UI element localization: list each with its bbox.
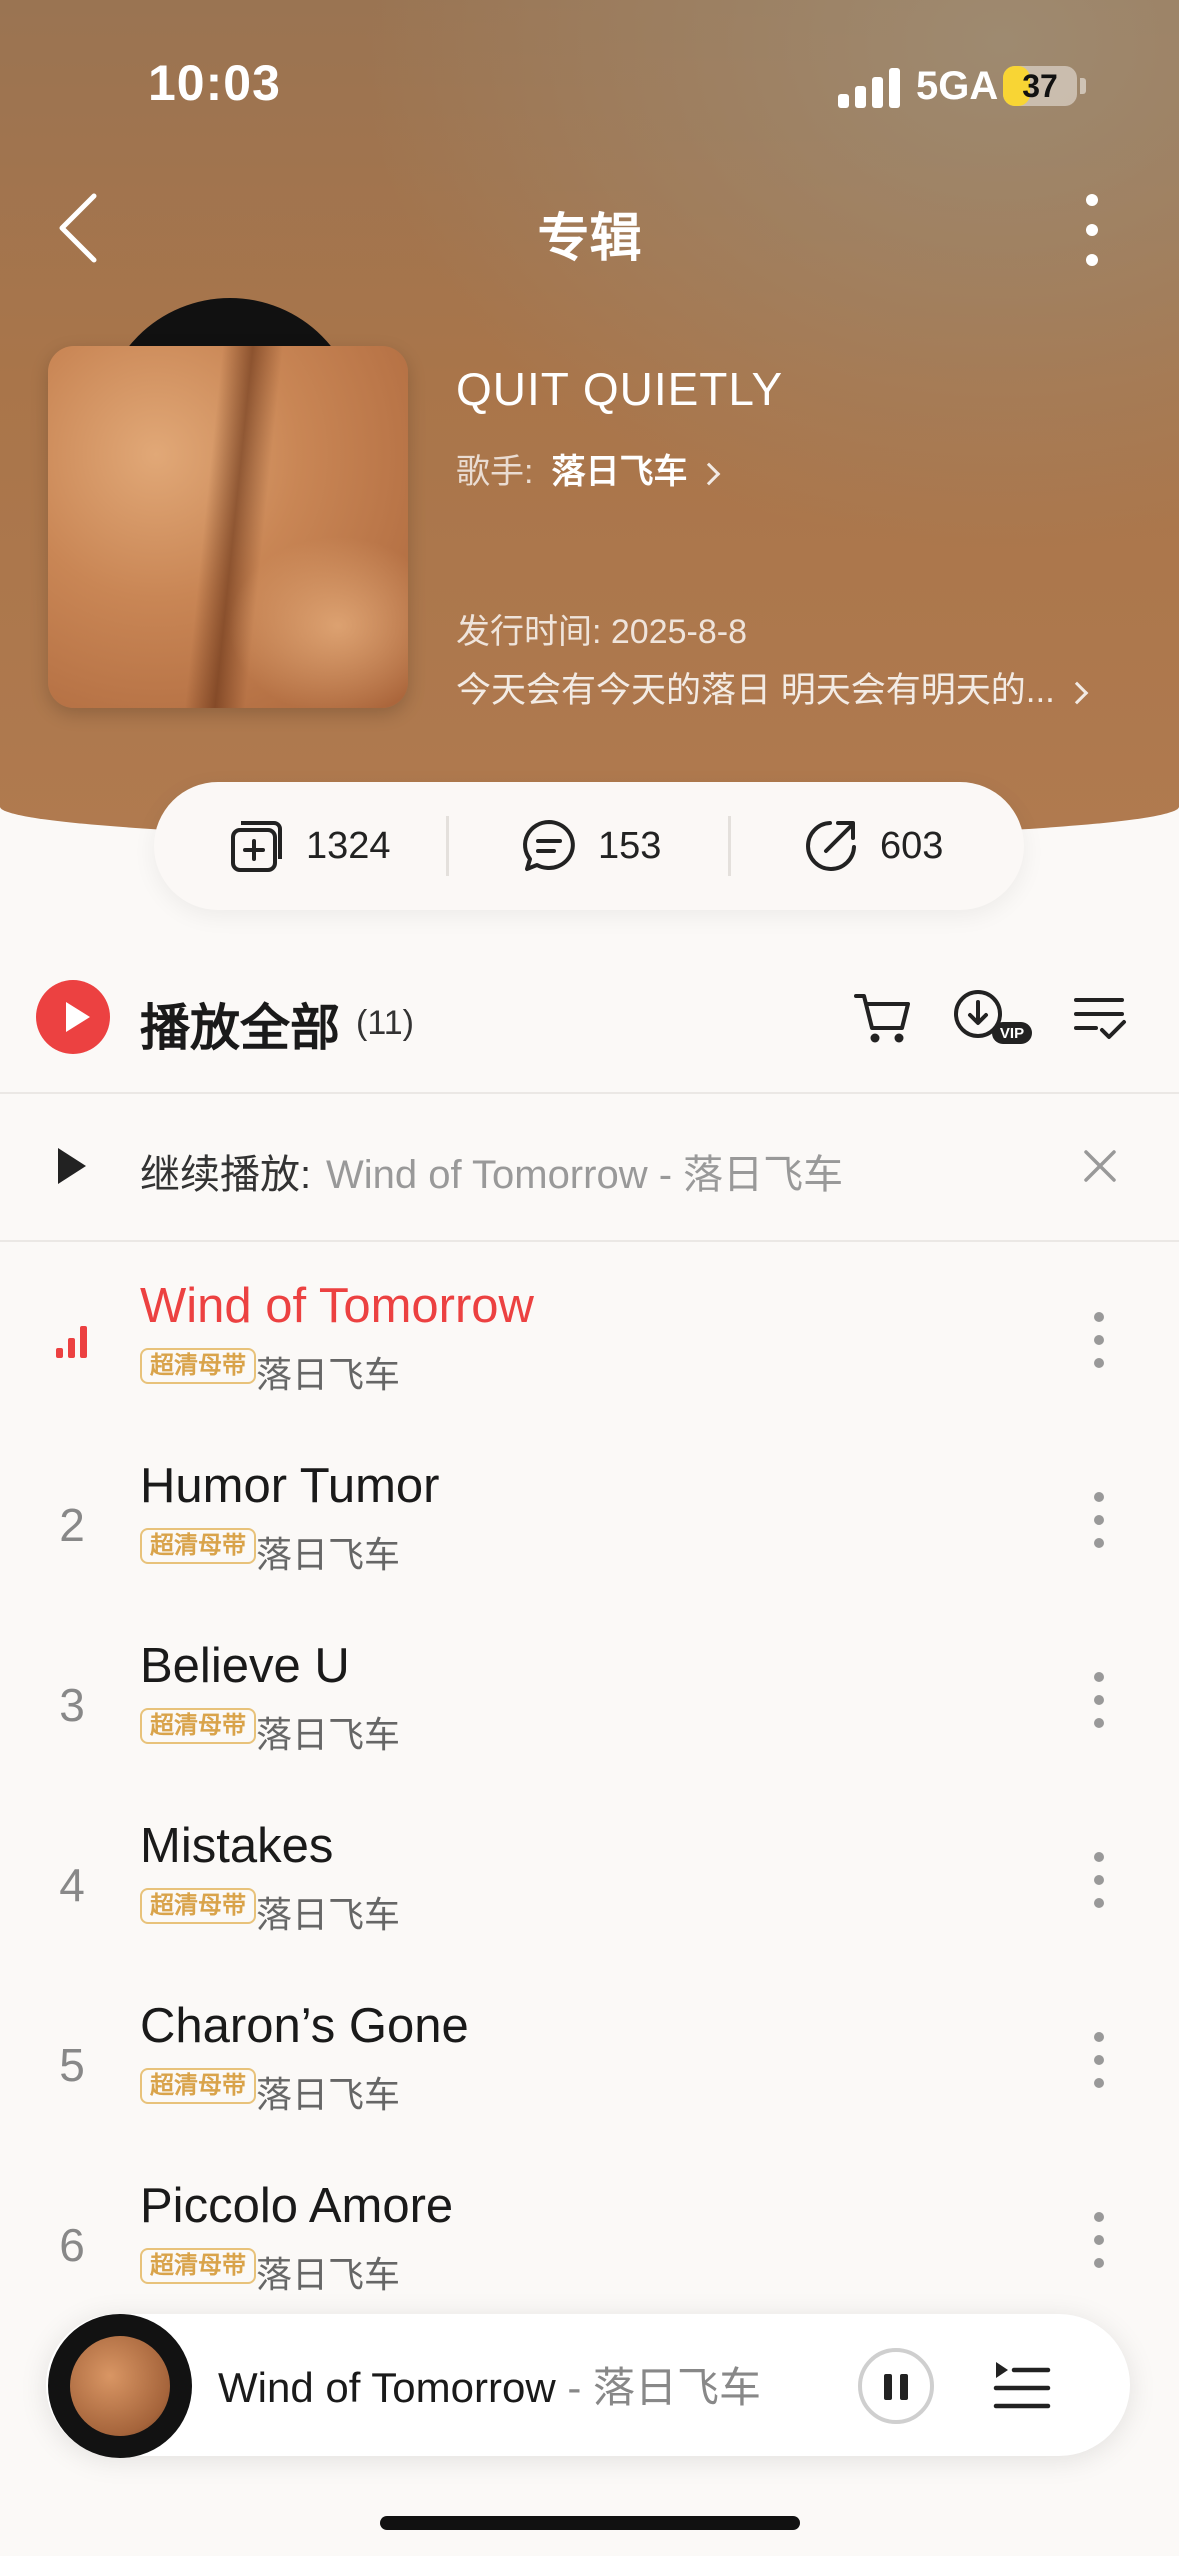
song-more-icon[interactable] (1086, 2210, 1112, 2270)
song-title: Mistakes (140, 1819, 334, 1873)
song-more-icon[interactable] (1086, 1670, 1112, 1730)
play-all-label[interactable]: 播放全部 (140, 988, 340, 1060)
artist-name[interactable]: 落日飞车 (551, 453, 687, 491)
mini-player-separator: - (555, 2364, 593, 2411)
song-row[interactable]: Wind of Tomorrow 超清母带 落日飞车 (0, 1272, 1179, 1452)
quality-badge: 超清母带 (140, 1888, 256, 1924)
quality-badge: 超清母带 (140, 2248, 256, 2284)
comments-count: 153 (598, 824, 662, 867)
mini-player-title: Wind of Tomorrow (218, 2364, 556, 2411)
divider (0, 1240, 1179, 1242)
song-artist: 落日飞车 (256, 2254, 401, 2295)
album-description[interactable]: 今天会有今天的落日 明天会有明天的... (456, 662, 1089, 713)
battery-tip (1080, 78, 1086, 94)
mini-player-artist: 落日飞车 (593, 2364, 762, 2411)
status-time: 10:03 (148, 55, 281, 111)
album-stats-bar: 1324 153 603 (154, 782, 1024, 910)
divider (728, 816, 731, 876)
song-artist: 落日飞车 (256, 1714, 401, 1755)
song-row[interactable]: 5 Charon’s Gone 超清母带 落日飞车 (0, 1992, 1179, 2172)
chevron-right-icon (1065, 681, 1089, 705)
quality-badge: 超清母带 (140, 1348, 256, 1384)
song-artist: 落日飞车 (256, 2074, 401, 2115)
song-title: Wind of Tomorrow (140, 1279, 534, 1333)
song-title: Humor Tumor (140, 1459, 440, 1513)
comment-icon (523, 820, 575, 871)
song-number: 5 (59, 2039, 85, 2091)
song-number: 3 (59, 1679, 85, 1731)
mini-player-track[interactable]: Wind of Tomorrow - 落日飞车 (218, 2354, 761, 2415)
quality-badge: 超清母带 (140, 1708, 256, 1744)
release-date: 发行时间: 2025-8-8 (456, 613, 747, 651)
song-artist: 落日飞车 (256, 1354, 401, 1395)
play-all-button[interactable] (36, 980, 110, 1054)
download-vip-icon[interactable]: VIP (950, 984, 1040, 1050)
svg-text:VIP: VIP (1000, 1025, 1024, 1042)
chevron-right-icon (698, 462, 721, 486)
pause-button[interactable] (858, 2348, 934, 2424)
multi-select-icon[interactable] (1070, 984, 1130, 1050)
song-row[interactable]: 3 Believe U 超清母带 落日飞车 (0, 1632, 1179, 1812)
album-description-text: 今天会有今天的落日 明天会有明天的... (456, 671, 1055, 710)
collect-button[interactable]: 1324 (228, 782, 391, 910)
song-more-icon[interactable] (1086, 1850, 1112, 1910)
song-number: 4 (59, 1859, 85, 1911)
song-title: Believe U (140, 1639, 350, 1693)
song-title: Charon’s Gone (140, 1999, 469, 2053)
cellular-signal-icon (838, 66, 900, 108)
song-row[interactable]: 2 Humor Tumor 超清母带 落日飞车 (0, 1452, 1179, 1632)
album-cover[interactable] (48, 346, 408, 708)
song-title: Piccolo Amore (140, 2179, 454, 2233)
song-more-icon[interactable] (1086, 2030, 1112, 2090)
song-more-icon[interactable] (1086, 1490, 1112, 1550)
battery-percent: 37 (1022, 68, 1058, 104)
share-button[interactable]: 603 (802, 782, 943, 910)
share-icon (806, 821, 856, 871)
share-count: 603 (880, 824, 944, 867)
page-title: 专辑 (537, 210, 642, 268)
close-icon[interactable] (1080, 1146, 1120, 1186)
resume-label[interactable]: 继续播放: (140, 1142, 311, 1200)
battery-icon: 37 (1003, 66, 1077, 106)
network-type: 5GA (916, 64, 999, 108)
playlist-icon[interactable] (990, 2356, 1054, 2418)
quality-badge: 超清母带 (140, 1528, 256, 1564)
resume-track[interactable]: Wind of Tomorrow - 落日飞车 (326, 1142, 843, 1200)
quality-badge: 超清母带 (140, 2068, 256, 2104)
artist-link[interactable]: 歌手: 落日飞车 (456, 444, 721, 493)
song-number: 6 (59, 2219, 85, 2271)
track-count: (11) (356, 1004, 414, 1042)
artist-label: 歌手: (456, 453, 534, 491)
home-indicator[interactable] (380, 2516, 800, 2530)
divider (446, 816, 449, 876)
song-artist: 落日飞车 (256, 1894, 401, 1935)
song-more-icon[interactable] (1086, 1310, 1112, 1370)
add-to-collection-icon (231, 821, 282, 872)
song-number: 2 (59, 1499, 85, 1551)
resume-play-icon[interactable] (58, 1148, 86, 1184)
song-artist: 落日飞车 (256, 1534, 401, 1575)
album-title: QUIT QUIETLY (456, 363, 784, 415)
more-options-icon[interactable] (1072, 190, 1112, 270)
cart-icon[interactable] (850, 984, 916, 1050)
song-row[interactable]: 4 Mistakes 超清母带 落日飞车 (0, 1812, 1179, 1992)
now-playing-icon (54, 1318, 90, 1358)
collect-count: 1324 (306, 824, 391, 867)
comments-button[interactable]: 153 (520, 782, 661, 910)
divider (0, 1092, 1179, 1094)
mini-player-artwork[interactable] (70, 2336, 170, 2436)
